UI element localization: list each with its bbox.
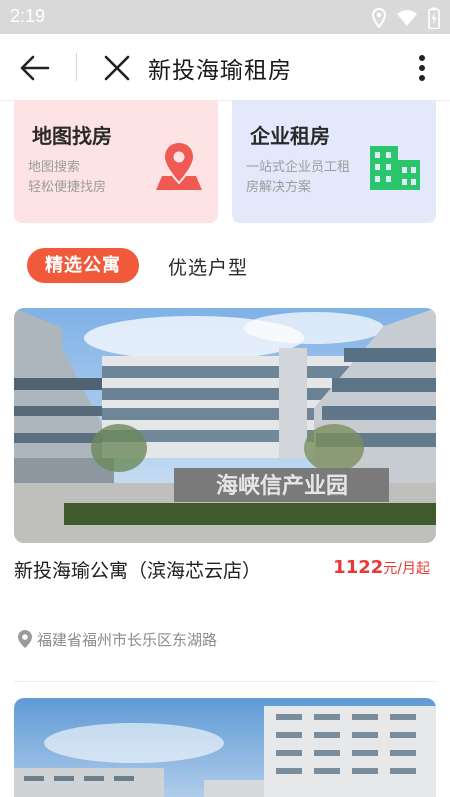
listing-address: 福建省福州市长乐区东湖路 [37, 631, 218, 649]
price-value: 1122 [333, 557, 384, 578]
card-subtitle-line2: 轻松便捷找房 [28, 180, 107, 195]
location-pin-icon [18, 630, 32, 648]
listing-photo[interactable] [14, 698, 436, 797]
close-icon[interactable] [102, 53, 132, 83]
tab-preferred-layouts[interactable]: 优选户型 [168, 253, 248, 280]
nav-bar: 新投海瑜租房 [0, 34, 450, 101]
card-subtitle-line2: 房解决方案 [246, 180, 312, 195]
card-subtitle-line1: 一站式企业员工租 [246, 160, 351, 175]
status-bar: 2:19 [0, 0, 450, 34]
nav-divider [76, 53, 77, 81]
back-arrow-icon[interactable] [18, 51, 52, 85]
listing-price: 1122元/月起 [333, 557, 430, 578]
apartment-building-photo [14, 698, 436, 797]
battery-icon [428, 7, 440, 29]
enterprise-rental-card[interactable]: 企业租房 一站式企业员工租 房解决方案 [232, 100, 436, 223]
apartment-building-photo: 海峡信产业园 [14, 308, 436, 543]
wifi-icon [397, 10, 417, 26]
card-subtitle: 地图搜索 轻松便捷找房 [28, 158, 106, 198]
building-icon [370, 146, 420, 190]
listing-photo[interactable]: 海峡信产业园 [14, 308, 436, 543]
card-title: 地图找房 [32, 124, 112, 148]
status-icons [372, 7, 440, 29]
listing-name[interactable]: 新投海瑜公寓（滨海芯云店） [14, 556, 261, 586]
list-divider [14, 681, 436, 682]
card-subtitle: 一站式企业员工租 房解决方案 [246, 158, 350, 198]
map-search-card[interactable]: 地图找房 地图搜索 轻松便捷找房 [14, 100, 218, 223]
status-time: 2:19 [10, 6, 46, 26]
page-title: 新投海瑜租房 [148, 58, 292, 84]
sign-text: 海峡信产业园 [216, 473, 348, 499]
card-subtitle-line1: 地图搜索 [28, 160, 81, 175]
price-unit: 元/月起 [383, 561, 430, 577]
more-vertical-icon[interactable] [418, 54, 426, 82]
location-icon [372, 8, 386, 28]
card-title: 企业租房 [250, 124, 330, 148]
map-pin-icon [156, 140, 202, 190]
tab-featured-apartments[interactable]: 精选公寓 [27, 248, 139, 283]
